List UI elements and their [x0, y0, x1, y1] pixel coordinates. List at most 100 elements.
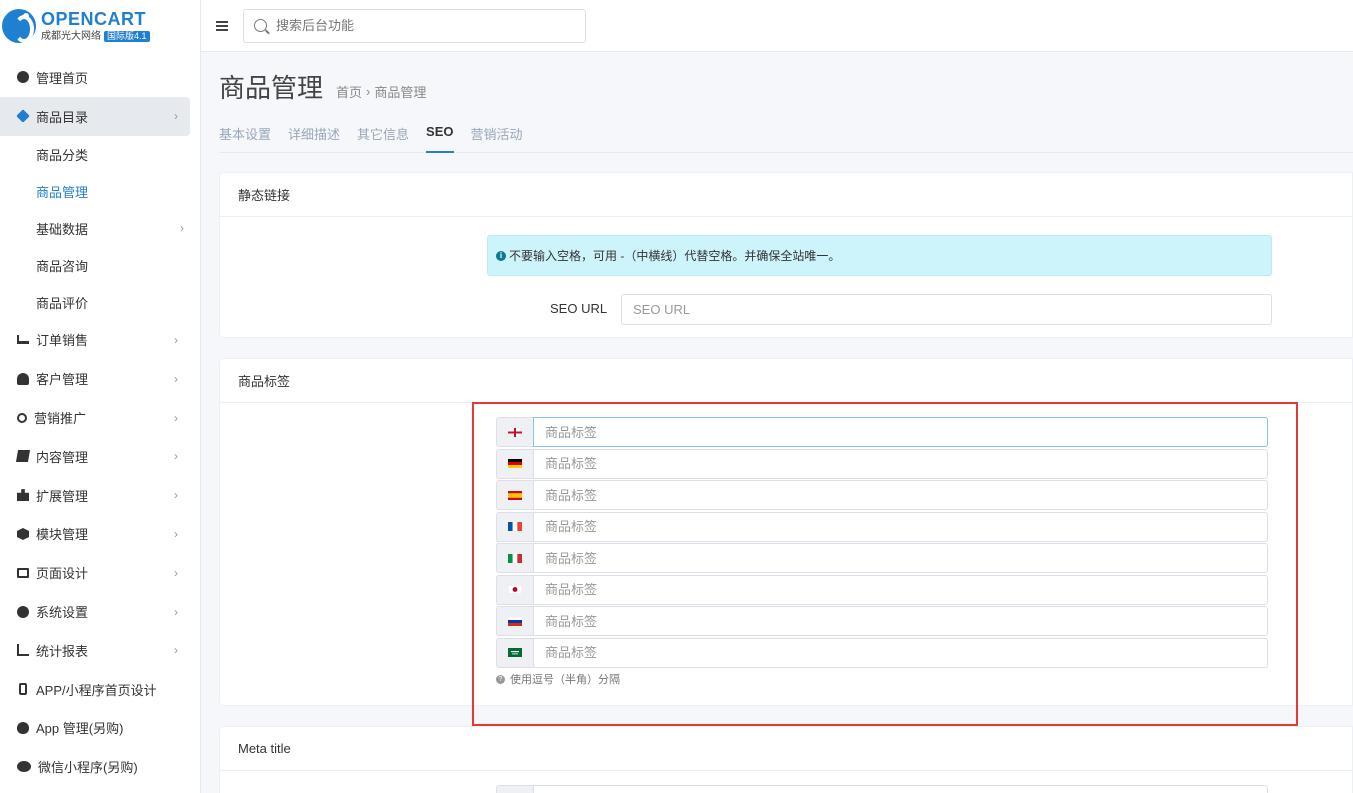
sidebar-item-label: APP/小程序首页设计: [36, 682, 157, 698]
sidebar-item-reports[interactable]: 统计报表 ›: [0, 631, 200, 670]
japan-flag-icon: [508, 585, 522, 594]
alert-text: 不要输入空格，可用 -（中横线）代替空格。并确保全站唯一。: [509, 249, 841, 263]
version-badge: 国际版4.1: [104, 31, 150, 42]
gear-icon: [17, 605, 29, 618]
sidebar-subitem-label: 商品分类: [36, 147, 89, 163]
hamburger-menu-icon[interactable]: [216, 20, 228, 31]
meta-title-input[interactable]: [533, 785, 1268, 793]
tag-input-group-de: [496, 448, 1268, 479]
product-tag-input[interactable]: [533, 543, 1268, 573]
sidebar-item-label: 微信小程序(另购): [38, 760, 138, 776]
chevron-right-icon: ›: [174, 565, 178, 580]
breadcrumb-home[interactable]: 首页: [336, 82, 362, 101]
sidebar-item-customers[interactable]: 客户管理 ›: [0, 359, 200, 398]
sidebar-subitem-label: 商品评价: [36, 295, 89, 311]
germany-flag-icon: [508, 459, 522, 468]
sidebar-item-label: 页面设计: [36, 566, 89, 582]
sidebar-item-label: 营销推广: [34, 411, 87, 427]
flag-addon: [496, 417, 533, 447]
flag-addon: [496, 606, 533, 636]
sidebar-item-label: 统计报表: [36, 643, 89, 659]
wechat-icon: [17, 761, 31, 773]
sidebar-item-wechat[interactable]: 微信小程序(另购): [0, 747, 200, 786]
sidebar-subitem-category[interactable]: 商品分类: [0, 136, 200, 173]
sidebar-item-settings[interactable]: 系统设置 ›: [0, 592, 200, 631]
seo-url-input[interactable]: [621, 294, 1272, 325]
product-tag-input[interactable]: [533, 448, 1268, 479]
sidebar-subitem-label: 商品咨询: [36, 258, 89, 274]
chevron-right-icon: ›: [174, 643, 178, 658]
sidebar-subitem-label: 商品管理: [36, 184, 89, 200]
mobile-icon: [19, 683, 27, 696]
chevron-right-icon: ›: [174, 526, 178, 541]
product-tag-input[interactable]: [533, 511, 1268, 542]
tab-description[interactable]: 详细描述: [288, 122, 340, 152]
sidebar-item-dashboard[interactable]: 管理首页: [0, 58, 200, 97]
page-title: 商品管理: [219, 73, 324, 103]
flag-addon: [496, 511, 533, 542]
product-tag-input[interactable]: [533, 606, 1268, 636]
sidebar-item-app-manage[interactable]: App 管理(另购): [0, 709, 200, 748]
breadcrumb-separator: ›: [366, 84, 371, 99]
sidebar-item-label: 订单销售: [36, 333, 89, 349]
tab-bar: 基本设置 详细描述 其它信息 SEO 营销活动: [219, 122, 1353, 153]
chevron-right-icon: ›: [174, 449, 178, 464]
sidebar-subitem-products[interactable]: 商品管理: [0, 173, 200, 210]
tab-promotions[interactable]: 营销活动: [471, 122, 523, 152]
russia-flag-icon: [508, 616, 522, 626]
chevron-right-icon: ›: [174, 332, 178, 347]
dashboard-icon: [17, 71, 29, 84]
flag-addon: [496, 574, 533, 605]
flag-addon: [496, 543, 533, 573]
product-tag-input[interactable]: [533, 574, 1268, 605]
product-tags-card: 商品标签 商品标签 商品标签 商品标签 商品标签 商品标签 商品标签 商品标签 …: [219, 358, 1353, 706]
product-tag-input[interactable]: [533, 637, 1268, 668]
card-title: 商品标签: [220, 359, 1352, 403]
sidebar-item-label: 管理首页: [36, 70, 89, 86]
sidebar-nav: 管理首页 商品目录 › 商品分类 商品管理 基础数据 › 商品咨询 商品评价 订…: [0, 58, 200, 786]
help-text: ? 使用逗号（半角）分隔: [496, 671, 620, 687]
product-tag-input[interactable]: [533, 417, 1268, 447]
sidebar-item-content[interactable]: 内容管理 ›: [0, 437, 200, 476]
sidebar-item-modules[interactable]: 模块管理 ›: [0, 515, 200, 554]
sidebar-subitem-basic-data[interactable]: 基础数据 ›: [0, 210, 200, 247]
tag-input-group-ar: [496, 637, 1268, 668]
card-title: 静态链接: [220, 173, 1352, 217]
sidebar-item-label: 客户管理: [36, 372, 89, 388]
opencart-logo-icon: [2, 9, 36, 43]
monitor-icon: [17, 567, 29, 578]
product-tag-input[interactable]: [533, 480, 1268, 510]
france-flag-icon: [508, 522, 522, 531]
saudi-flag-icon: [508, 648, 522, 657]
chevron-right-icon: ›: [174, 109, 178, 124]
cube-icon: [17, 527, 29, 540]
main-content: 商品管理 首页 › 商品管理 基本设置 详细描述 其它信息 SEO 营销活动 静…: [201, 52, 1353, 793]
sidebar-item-catalog[interactable]: 商品目录 ›: [0, 96, 190, 136]
breadcrumb: 首页 › 商品管理: [336, 82, 426, 101]
puzzle-icon: [17, 489, 29, 502]
search-input[interactable]: [276, 18, 556, 33]
tab-basic[interactable]: 基本设置: [219, 122, 271, 152]
tab-other[interactable]: 其它信息: [357, 122, 409, 152]
tags-icon: [16, 109, 30, 123]
sidebar-item-orders[interactable]: 订单销售 ›: [0, 321, 200, 360]
flag-addon: [496, 785, 533, 793]
sidebar-subitem-reviews[interactable]: 商品评价: [0, 284, 200, 321]
help-label: 使用逗号（半角）分隔: [510, 674, 620, 686]
info-alert: i 不要输入空格，可用 -（中横线）代替空格。并确保全站唯一。: [487, 235, 1272, 276]
logo[interactable]: OPENCART 成都光大网络 国际版4.1: [0, 0, 200, 52]
sidebar-item-design[interactable]: 页面设计 ›: [0, 553, 200, 592]
tab-seo[interactable]: SEO: [426, 122, 454, 153]
chevron-right-icon: ›: [174, 488, 178, 503]
book-icon: [15, 450, 31, 463]
sidebar-item-app-design[interactable]: APP/小程序首页设计: [0, 670, 200, 709]
seo-url-card: 静态链接 i 不要输入空格，可用 -（中横线）代替空格。并确保全站唯一。 SEO…: [219, 172, 1353, 338]
tag-input-group-it: [496, 543, 1268, 573]
sidebar-subitem-inquiries[interactable]: 商品咨询: [0, 247, 200, 284]
sidebar-item-marketing[interactable]: 营销推广 ›: [0, 398, 200, 437]
chevron-right-icon: ›: [180, 221, 184, 236]
seo-url-label: SEO URL: [550, 301, 608, 316]
sidebar-item-label: 商品目录: [36, 109, 89, 125]
search-box[interactable]: [243, 8, 586, 43]
sidebar-item-extensions[interactable]: 扩展管理 ›: [0, 476, 200, 515]
